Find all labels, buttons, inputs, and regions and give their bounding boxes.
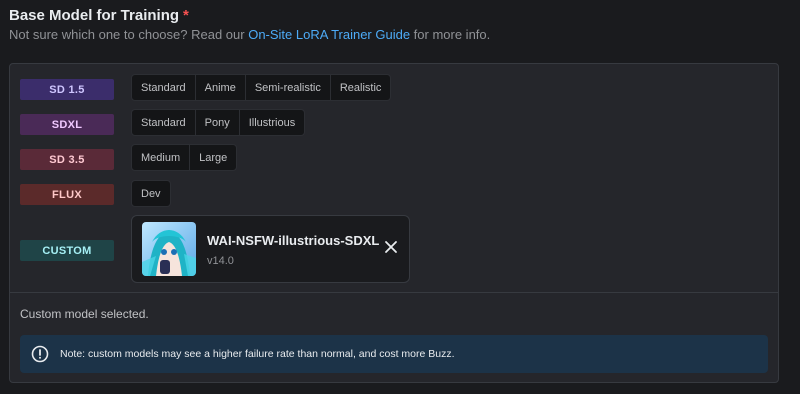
- badge-sdxl: SDXL: [20, 114, 114, 135]
- model-row-custom: CUSTOM: [20, 240, 114, 261]
- option-flux-dev[interactable]: Dev: [132, 181, 170, 206]
- required-mark: *: [183, 7, 189, 24]
- subtitle-prefix: Not sure which one to choose? Read our: [9, 27, 249, 42]
- model-thumbnail: [142, 222, 196, 276]
- badge-sd15: SD 1.5: [20, 79, 114, 100]
- model-row-flux: FLUX: [20, 184, 114, 205]
- model-row-sd15: SD 1.5: [20, 79, 114, 100]
- alert-text: Note: custom models may see a higher fai…: [60, 348, 455, 360]
- close-icon[interactable]: [382, 238, 400, 256]
- custom-model-alert: Note: custom models may see a higher fai…: [20, 335, 768, 373]
- model-row-sdxl: SDXL: [20, 114, 114, 135]
- custom-model-name: WAI-NSFW-illustrious-SDXL: [207, 233, 380, 248]
- custom-model-version: v14.0: [207, 255, 234, 267]
- section-subtitle: Not sure which one to choose? Read our O…: [9, 27, 490, 42]
- option-sdxl-standard[interactable]: Standard: [132, 110, 196, 135]
- option-sd35-medium[interactable]: Medium: [132, 145, 191, 170]
- option-sdxl-pony[interactable]: Pony: [196, 110, 240, 135]
- card-divider: [10, 292, 778, 293]
- trainer-guide-link[interactable]: On-Site LoRA Trainer Guide: [248, 27, 410, 42]
- subtitle-suffix: for more info.: [410, 27, 491, 42]
- section-title: Base Model for Training *: [9, 7, 189, 24]
- badge-flux: FLUX: [20, 184, 114, 205]
- custom-selected-status: Custom model selected.: [20, 307, 149, 321]
- segmented-sd15: Standard Anime Semi-realistic Realistic: [131, 74, 392, 101]
- section-title-text: Base Model for Training: [9, 7, 180, 24]
- base-model-card: SD 1.5 Standard Anime Semi-realistic Rea…: [9, 63, 779, 383]
- segmented-flux: Dev: [131, 180, 171, 207]
- option-sd15-anime[interactable]: Anime: [196, 75, 246, 100]
- badge-custom: CUSTOM: [20, 240, 114, 261]
- option-sd35-large[interactable]: Large: [190, 145, 236, 170]
- option-sd15-realistic[interactable]: Realistic: [331, 75, 391, 100]
- custom-model-card[interactable]: WAI-NSFW-illustrious-SDXL v14.0: [131, 215, 410, 283]
- model-row-sd35: SD 3.5: [20, 149, 114, 170]
- info-circle-icon: [31, 345, 49, 363]
- segmented-sd35: Medium Large: [131, 144, 238, 171]
- option-sd15-standard[interactable]: Standard: [132, 75, 196, 100]
- option-sd15-semi-realistic[interactable]: Semi-realistic: [246, 75, 331, 100]
- segmented-sdxl: Standard Pony Illustrious: [131, 109, 306, 136]
- badge-sd35: SD 3.5: [20, 149, 114, 170]
- option-sdxl-illustrious[interactable]: Illustrious: [240, 110, 304, 135]
